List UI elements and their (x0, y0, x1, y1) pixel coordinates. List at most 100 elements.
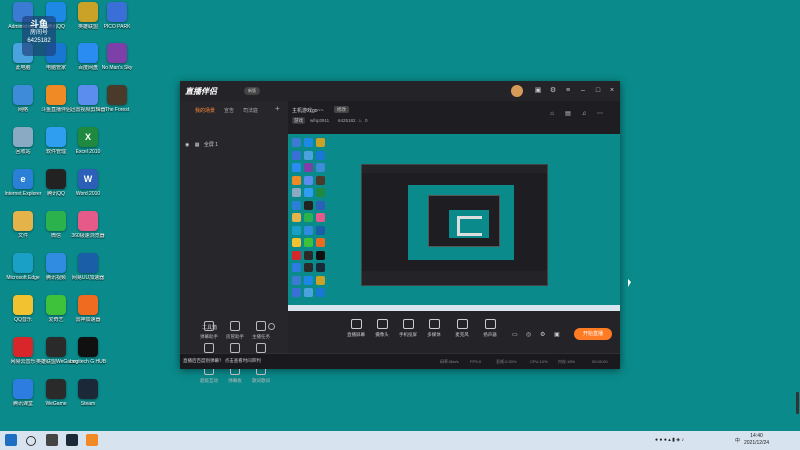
room-id: 6425182 (338, 118, 356, 123)
gear-icon[interactable]: ⚙ (540, 331, 545, 338)
control-label: 直播屏幕 (347, 332, 365, 337)
start-live-button[interactable]: 开始直播 (574, 328, 612, 340)
tool-button[interactable]: 主播任务 (246, 321, 276, 343)
scene-item[interactable]: ◉ ▦ 全屏 1 (185, 141, 218, 148)
preview-icon (292, 188, 301, 197)
settings-icon[interactable]: ⚙ (549, 87, 557, 95)
desktop-icon[interactable]: W Word 2010 (70, 169, 106, 209)
desktop-icon-label: 网易UU加速器 (71, 275, 105, 281)
tab-other[interactable]: 司法庭 (243, 107, 258, 114)
desktop-icon[interactable]: QQ音乐 (5, 295, 41, 335)
notice-text[interactable]: 直播后百度别弹幕？ 点击查看时间审判 (183, 358, 261, 364)
start-icon[interactable] (5, 434, 17, 446)
desktop-icon[interactable]: 爱奇艺 (38, 295, 74, 335)
app-icon (13, 295, 33, 315)
desktop-icon[interactable]: e Internet Explorer (5, 169, 41, 209)
preview-icon (316, 163, 325, 172)
app-icon (46, 127, 66, 147)
tab-scenes[interactable]: 我的场景 (195, 107, 215, 114)
home-icon[interactable]: ⌂ (548, 110, 556, 118)
desktop-icon[interactable]: 腾讯QQ (38, 169, 74, 209)
preview-icon (304, 138, 313, 147)
desktop-icon[interactable]: 斗鱼直播伴侣 (38, 85, 74, 125)
version-badge[interactable]: 新版 (244, 87, 260, 95)
desktop-icon[interactable]: 腾讯课堂 (5, 379, 41, 419)
scrollbar[interactable] (796, 392, 799, 414)
app-icon (46, 295, 66, 315)
control-button[interactable]: 扬声器 (478, 319, 502, 338)
eye-toggle-icon[interactable]: ◎ (526, 331, 531, 338)
desktop-icon-label: The Forest (104, 107, 130, 113)
app-icon (78, 337, 98, 357)
desktop-icon[interactable]: 360极速浏览器 (70, 211, 106, 251)
screen-icon[interactable]: ▣ (554, 331, 560, 338)
douyu-taskbar-icon[interactable] (86, 434, 98, 446)
desktop-icon[interactable]: Steam (70, 379, 106, 419)
desktop-icon[interactable]: 英雄联盟WeGame版 (36, 337, 76, 377)
control-button[interactable]: 直播屏幕 (344, 319, 368, 338)
menu-icon[interactable]: ≡ (564, 87, 572, 95)
desktop-icon[interactable]: 微信 (38, 211, 74, 251)
desktop-icon[interactable]: Microsoft Edge (5, 253, 41, 293)
eye-icon[interactable]: ◉ (185, 142, 189, 148)
control-button[interactable]: 多媒体 (422, 319, 446, 338)
desktop-icon[interactable]: No Man's Sky (99, 43, 135, 83)
ime-indicator[interactable]: 中 (735, 437, 740, 444)
title-bar[interactable]: 直播伴侣 新版 ▣ ⚙ ≡ – □ × (180, 81, 620, 101)
desktop-icon-label: Steam (80, 401, 96, 407)
desktop-icon[interactable]: PICO PARK (99, 2, 135, 42)
share-icon[interactable]: ⋯ (596, 110, 604, 118)
steam-taskbar-icon[interactable] (66, 434, 78, 446)
add-scene-icon[interactable]: + (275, 104, 280, 113)
desktop-icon[interactable]: 雷神加速器 (70, 295, 106, 335)
user-avatar[interactable] (511, 85, 523, 97)
preview-icon (304, 175, 313, 185)
tab-announce[interactable]: 宣告 (224, 107, 234, 114)
control-button[interactable]: 麦克风 (450, 319, 474, 338)
preview-icon (292, 163, 301, 172)
control-label: 扬声器 (483, 332, 497, 337)
record-icon[interactable]: ▣ (534, 87, 542, 95)
desktop-icon[interactable]: 网络 (5, 85, 41, 125)
tool-icon (256, 321, 266, 331)
search-icon[interactable] (26, 436, 36, 446)
desktop-icon[interactable]: 网易UU加速器 (70, 253, 106, 293)
preview-icon (304, 213, 313, 222)
minimize-icon[interactable]: – (579, 87, 587, 95)
tool-label: 弹幕助手 (200, 334, 218, 339)
desktop-icon[interactable]: X Excel 2010 (70, 127, 106, 167)
maximize-icon[interactable]: □ (594, 87, 602, 95)
edit-room-button[interactable]: 修改 (334, 106, 349, 113)
desktop-icon[interactable]: 文件 (5, 211, 41, 251)
desktop-icon-label: Logitech G HUB (69, 359, 107, 365)
close-icon[interactable]: × (608, 87, 616, 95)
desktop-icon[interactable]: Logitech G HUB (70, 337, 106, 377)
clock[interactable]: 14:40 2021/12/24 (744, 433, 769, 447)
gift-icon[interactable]: ▤ (564, 110, 572, 118)
tool-icon (230, 343, 240, 353)
tray-icons[interactable]: ● ● ● ▴ ▮ ◈ ♪ (655, 437, 684, 443)
desktop-icon-label: Word 2010 (75, 191, 101, 197)
preview-icon (292, 275, 301, 285)
preview-icon (304, 263, 313, 272)
app-brand: 直播伴侣 (185, 87, 217, 96)
record-toggle-icon[interactable]: ▭ (512, 331, 518, 338)
preview-canvas[interactable] (288, 134, 620, 311)
desktop-icon[interactable]: 腾讯视频 (38, 253, 74, 293)
category-tag[interactable]: 游戏 (292, 117, 305, 124)
preview-icon (316, 238, 325, 247)
app-icon (13, 337, 33, 357)
live-assistant-window[interactable]: 直播伴侣 新版 ▣ ⚙ ≡ – □ × 我的场景 宣告 司法庭 + ◉ ▦ 全屏… (180, 81, 620, 383)
bell-icon[interactable]: ♫ (580, 110, 588, 118)
task-view-icon[interactable] (46, 434, 58, 446)
desktop-icon[interactable]: 软件管理 (38, 127, 74, 167)
desktop-icon[interactable]: 回收站 (5, 127, 41, 167)
desktop-icon[interactable]: 网易云音乐 (5, 337, 41, 377)
preview-icon (316, 275, 325, 285)
desktop-icon[interactable]: WeGame (38, 379, 74, 419)
control-button[interactable]: 摄像头 (370, 319, 394, 338)
desktop-icon[interactable]: The Forest (99, 85, 135, 125)
control-button[interactable]: 手机投屏 (396, 319, 420, 338)
tool-icon (204, 343, 214, 353)
preview-icon (292, 175, 301, 185)
